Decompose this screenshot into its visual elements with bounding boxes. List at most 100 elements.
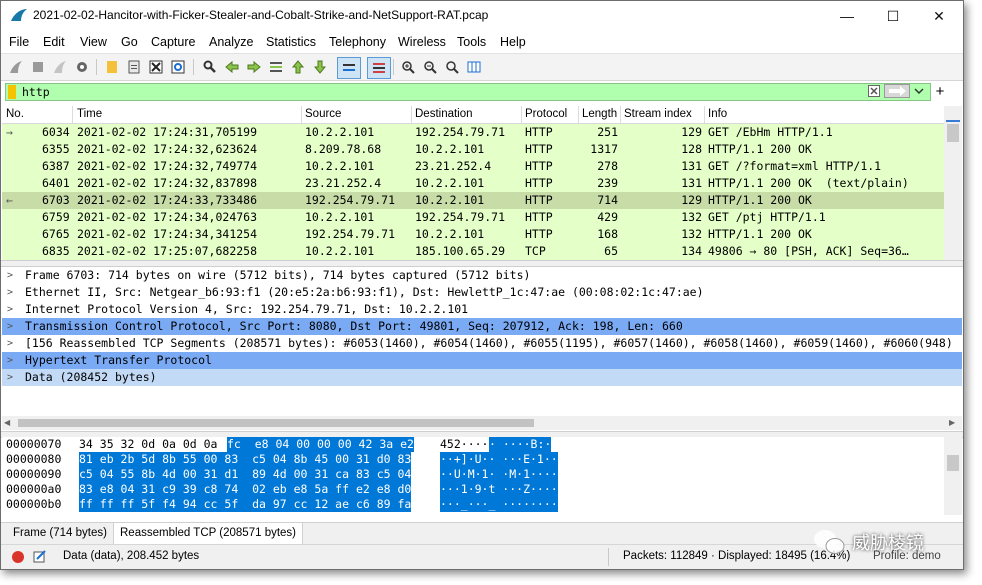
cell-length: 251	[597, 125, 618, 139]
column-info[interactable]: Info	[708, 108, 727, 120]
tab-reassembled-tcp[interactable]: Reassembled TCP (208571 bytes)	[113, 523, 304, 545]
autoscroll-icon[interactable]	[337, 57, 361, 79]
find-packet-icon[interactable]	[201, 58, 219, 76]
packet-list-scrollbar[interactable]	[944, 106, 962, 260]
add-filter-button[interactable]: +	[933, 83, 947, 100]
bytes-row[interactable]: 000000b0 ff ff ff 5f f4 94 cc 5f da 97 c…	[2, 497, 944, 512]
scroll-right-icon[interactable]: ▶	[949, 419, 959, 427]
column-separator[interactable]	[521, 106, 522, 123]
cell-length: 429	[597, 210, 618, 224]
column-separator[interactable]	[301, 106, 302, 123]
maximize-button[interactable]: ☐	[870, 1, 916, 31]
zoom-in-icon[interactable]	[399, 58, 417, 76]
packet-row[interactable]: 6401 2021-02-02 17:24:32,837898 23.21.25…	[2, 175, 944, 192]
chevron-right-icon[interactable]: >	[7, 352, 13, 369]
last-packet-icon[interactable]	[311, 58, 329, 76]
menu-statistics[interactable]: Statistics	[266, 35, 316, 49]
stop-capture-icon[interactable]	[29, 58, 47, 76]
clear-filter-icon[interactable]	[867, 83, 881, 99]
packet-row[interactable]: 6355 2021-02-02 17:24:32,623624 8.209.78…	[2, 141, 944, 158]
chevron-right-icon[interactable]: >	[7, 267, 13, 284]
column-separator[interactable]	[411, 106, 412, 123]
column-length[interactable]: Length	[582, 108, 617, 120]
packet-row[interactable]: 6835 2021-02-02 17:25:07,682258 10.2.2.1…	[2, 243, 944, 260]
scrollbar-thumb[interactable]	[18, 419, 534, 427]
bookmark-icon[interactable]	[8, 85, 16, 99]
packet-row[interactable]: → 6034 2021-02-02 17:24:31,705199 10.2.2…	[2, 124, 944, 141]
menu-edit[interactable]: Edit	[43, 35, 65, 49]
detail-row-http[interactable]: > Hypertext Transfer Protocol	[2, 352, 962, 369]
column-source[interactable]: Source	[305, 108, 341, 120]
menu-file[interactable]: File	[9, 35, 29, 49]
menu-wireless[interactable]: Wireless	[398, 35, 446, 49]
chevron-right-icon[interactable]: >	[7, 284, 13, 301]
packet-row[interactable]: 6759 2021-02-02 17:24:34,024763 10.2.2.1…	[2, 209, 944, 226]
minimize-button[interactable]: —	[824, 1, 870, 31]
menu-help[interactable]: Help	[500, 35, 526, 49]
filter-history-chevron-down-icon[interactable]	[913, 83, 925, 99]
column-no[interactable]: No.	[6, 108, 24, 120]
bytes-row[interactable]: 00000080 81 eb 2b 5d 8b 55 00 83 c5 04 8…	[2, 452, 944, 467]
reload-file-icon[interactable]	[169, 58, 187, 76]
capture-comment-icon[interactable]	[33, 549, 47, 563]
pane-splitter[interactable]	[1, 260, 963, 267]
chevron-right-icon[interactable]: >	[7, 301, 13, 318]
save-file-icon[interactable]	[125, 58, 143, 76]
detail-row-frame[interactable]: > Frame 6703: 714 bytes on wire (5712 bit…	[2, 267, 962, 284]
scrollbar-thumb[interactable]	[947, 455, 959, 471]
go-forward-icon[interactable]	[245, 58, 263, 76]
expert-info-icon[interactable]	[11, 550, 25, 564]
menu-analyze[interactable]: Analyze	[209, 35, 253, 49]
chevron-right-icon[interactable]: >	[7, 318, 13, 335]
column-separator[interactable]	[578, 106, 579, 123]
colorize-icon[interactable]	[367, 57, 391, 79]
cell-destination: 23.21.252.4	[415, 159, 492, 173]
column-separator[interactable]	[704, 106, 705, 123]
scrollbar-thumb[interactable]	[947, 124, 959, 142]
menu-capture[interactable]: Capture	[151, 35, 195, 49]
display-filter-input[interactable]: http	[5, 83, 931, 101]
menu-view[interactable]: View	[80, 35, 107, 49]
apply-filter-icon[interactable]	[884, 83, 910, 99]
bytes-row[interactable]: 00000090 c5 04 55 8b 4d 00 31 d1 89 4d 0…	[2, 467, 944, 482]
tab-frame[interactable]: Frame (714 bytes)	[7, 523, 113, 544]
go-to-packet-icon[interactable]	[267, 58, 285, 76]
go-back-icon[interactable]	[223, 58, 241, 76]
close-file-icon[interactable]	[147, 58, 165, 76]
column-protocol[interactable]: Protocol	[525, 108, 567, 120]
packet-row[interactable]: 6387 2021-02-02 17:24:32,749774 10.2.2.1…	[2, 158, 944, 175]
bytes-scrollbar[interactable]	[944, 437, 962, 515]
packet-row-selected[interactable]: ← 6703 2021-02-02 17:24:33,733486 192.25…	[2, 192, 944, 209]
detail-row-reassembled[interactable]: > [156 Reassembled TCP Segments (208571 b…	[2, 335, 962, 352]
detail-row-data[interactable]: > Data (208452 bytes)	[2, 369, 962, 386]
column-separator[interactable]	[620, 106, 621, 123]
column-time[interactable]: Time	[77, 108, 102, 120]
scroll-left-icon[interactable]: ◀	[4, 419, 14, 427]
detail-row-ethernet[interactable]: > Ethernet II, Src: Netgear_b6:93:f1 (20:…	[2, 284, 962, 301]
column-destination[interactable]: Destination	[415, 108, 473, 120]
menu-telephony[interactable]: Telephony	[329, 35, 386, 49]
chevron-right-icon[interactable]: >	[7, 369, 13, 386]
chevron-right-icon[interactable]: >	[7, 335, 13, 352]
normal-size-icon[interactable]	[443, 58, 461, 76]
packet-row[interactable]: 6765 2021-02-02 17:24:34,341254 192.254.…	[2, 226, 944, 243]
detail-row-tcp[interactable]: > Transmission Control Protocol, Src Port…	[2, 318, 962, 335]
details-horizontal-scrollbar[interactable]: ◀ ▶	[2, 416, 962, 430]
column-separator[interactable]	[72, 106, 73, 123]
first-packet-icon[interactable]	[289, 58, 307, 76]
bytes-row[interactable]: 00000070 34 35 32 0d 0a 0d 0a fc e8 04 0…	[2, 437, 944, 452]
cell-protocol: TCP	[525, 244, 546, 258]
detail-row-ipv4[interactable]: > Internet Protocol Version 4, Src: 192.2…	[2, 301, 962, 318]
open-file-icon[interactable]	[103, 58, 121, 76]
close-button[interactable]: ✕	[916, 1, 962, 31]
resize-columns-icon[interactable]	[465, 58, 483, 76]
start-capture-icon[interactable]	[7, 58, 25, 76]
bytes-row[interactable]: 000000a0 83 e8 04 31 c9 39 c8 74 02 eb e…	[2, 482, 944, 497]
cell-stream-index: 132	[681, 210, 702, 224]
restart-capture-icon[interactable]	[51, 58, 69, 76]
column-stream-index[interactable]: Stream index	[624, 108, 692, 120]
menu-go[interactable]: Go	[121, 35, 138, 49]
capture-options-icon[interactable]	[73, 58, 91, 76]
menu-tools[interactable]: Tools	[457, 35, 486, 49]
zoom-out-icon[interactable]	[421, 58, 439, 76]
